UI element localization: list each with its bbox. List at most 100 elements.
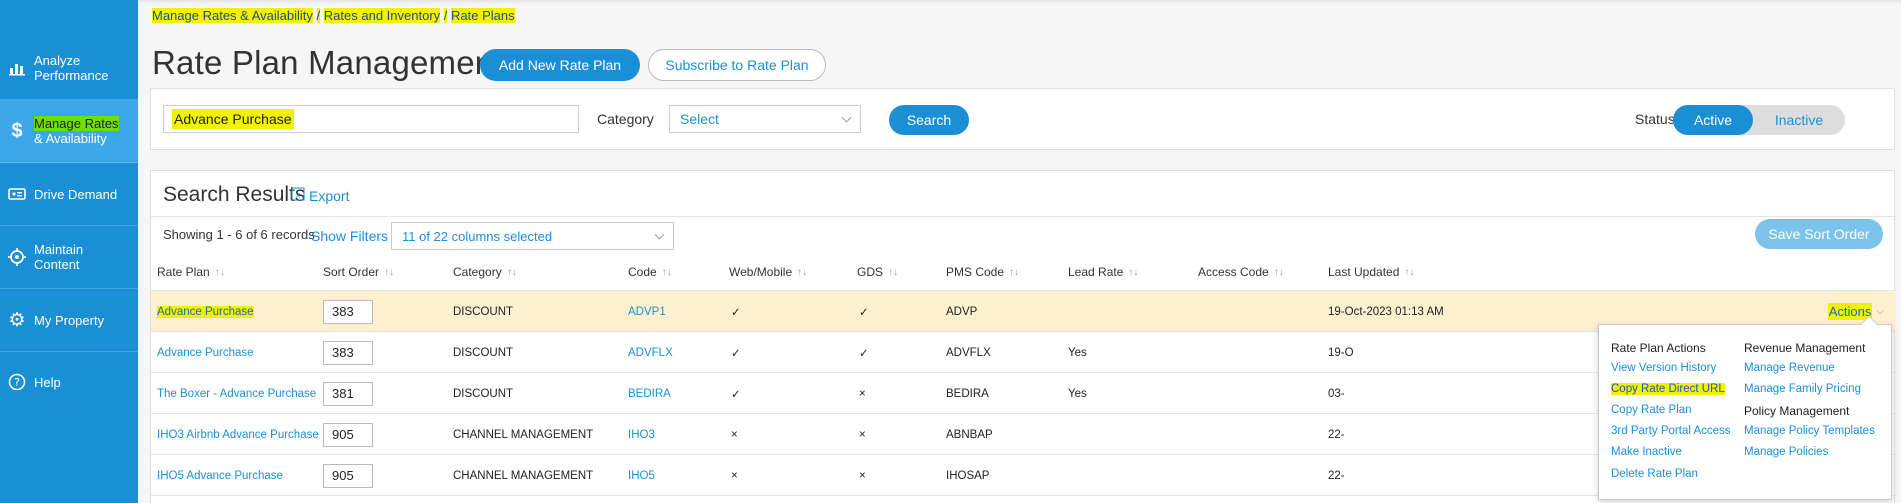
col-header-web-mobile[interactable]: Web/Mobile ↑↓	[729, 255, 807, 289]
last-updated-cell: 19-O	[1328, 346, 1354, 359]
col-header-access-code[interactable]: Access Code ↑↓	[1198, 255, 1284, 289]
menu-item-manage-policies[interactable]: Manage Policies	[1744, 446, 1828, 458]
col-header-gds[interactable]: GDS ↑↓	[857, 255, 898, 289]
menu-item-make-inactive[interactable]: Make Inactive	[1611, 446, 1682, 458]
menu-item-copy-rate-plan[interactable]: Copy Rate Plan	[1611, 404, 1692, 416]
sort-order-input[interactable]: 905	[323, 422, 373, 447]
breadcrumb-item-rates-inventory[interactable]: Rates and Inventory	[323, 8, 441, 23]
last-updated-cell: 22-	[1328, 469, 1345, 482]
sort-icon: ↑↓	[797, 266, 808, 278]
export-label: Export	[309, 187, 350, 204]
pms-code-cell: ABNBAP	[946, 428, 993, 441]
code-link[interactable]: IHO5	[628, 455, 655, 496]
breadcrumb-separator: /	[443, 8, 448, 23]
category-cell: DISCOUNT	[453, 305, 514, 318]
menu-heading-policy-management: Policy Management	[1744, 404, 1850, 418]
category-cell: DISCOUNT	[453, 346, 514, 359]
svg-text:x: x	[296, 191, 301, 200]
rate-plan-link[interactable]: The Boxer - Advance Purchase	[157, 373, 316, 414]
rate-plan-link[interactable]: Advance Purchase	[157, 291, 254, 332]
sort-icon: ↑↓	[1009, 266, 1020, 278]
col-header-pms-code[interactable]: PMS Code ↑↓	[946, 255, 1019, 289]
sort-order-input[interactable]: 383	[323, 299, 373, 324]
gds-x-icon: ×	[859, 469, 866, 482]
code-link[interactable]: ADVP1	[628, 291, 666, 332]
export-link[interactable]: x Export	[291, 187, 349, 204]
col-header-label: Category	[453, 265, 502, 279]
pms-code-cell: ADVFLX	[946, 346, 991, 359]
web-mobile-x-icon: ×	[731, 469, 738, 482]
add-new-rate-plan-button[interactable]: Add New Rate Plan	[480, 49, 640, 81]
sort-icon: ↑↓	[1404, 266, 1415, 278]
rate-plan-link[interactable]: IHO3 Airbnb Advance Purchase	[157, 414, 319, 455]
columns-select-value: 11 of 22 columns selected	[402, 228, 553, 244]
sort-order-input[interactable]: 905	[323, 463, 373, 488]
category-select-value: Select	[680, 111, 719, 127]
col-header-rate-plan[interactable]: Rate Plan ↑↓	[157, 255, 225, 289]
menu-item-manage-revenue[interactable]: Manage Revenue	[1744, 362, 1835, 374]
sidebar-item-drive-demand[interactable]: Drive Demand	[0, 163, 138, 226]
sidebar-label: Analyze	[34, 52, 81, 68]
code-link[interactable]: IHO3	[628, 414, 655, 455]
sidebar-label: & Availability	[34, 131, 107, 146]
breadcrumb-item-manage-rates[interactable]: Manage Rates & Availability	[152, 8, 313, 23]
code-link[interactable]: ADVFLX	[628, 332, 673, 373]
status-toggle[interactable]: Active Inactive	[1673, 105, 1845, 135]
sort-order-input[interactable]: 383	[323, 340, 373, 365]
pms-code-cell: IHOSAP	[946, 469, 990, 482]
pms-code-cell: BEDIRA	[946, 387, 989, 400]
help-icon: ?	[0, 373, 34, 391]
status-active-option[interactable]: Active	[1673, 105, 1753, 135]
chevron-down-icon: ⌵	[1876, 306, 1884, 317]
category-label: Category	[597, 111, 654, 127]
breadcrumb: Manage Rates & Availability / Rates and …	[152, 8, 515, 23]
page-title: Rate Plan Management	[152, 44, 503, 81]
rate-plan-link[interactable]: IHO5 Advance Purchase	[157, 455, 283, 496]
sort-icon: ↑↓	[1273, 266, 1284, 278]
category-cell: CHANNEL MANAGEMENT	[453, 469, 594, 482]
menu-item-manage-policy-templates[interactable]: Manage Policy Templates	[1744, 425, 1875, 437]
search-button[interactable]: Search	[889, 105, 969, 135]
menu-item-view-version-history[interactable]: View Version History	[1611, 362, 1716, 374]
columns-select[interactable]: 11 of 22 columns selected	[391, 222, 674, 250]
rate-plan-link[interactable]: Advance Purchase	[157, 332, 254, 373]
col-header-last-updated[interactable]: Last Updated ↑↓	[1328, 255, 1414, 289]
sort-order-input[interactable]: 381	[323, 381, 373, 406]
menu-item-manage-family-pricing[interactable]: Manage Family Pricing	[1744, 383, 1861, 395]
menu-item-copy-rate-direct-url[interactable]: Copy Rate Direct URL	[1611, 383, 1725, 395]
col-header-lead-rate[interactable]: Lead Rate ↑↓	[1068, 255, 1138, 289]
table-header: Rate Plan ↑↓ Sort Order ↑↓ Category ↑↓ Code…	[151, 255, 1896, 291]
col-header-label: Last Updated	[1328, 265, 1400, 279]
category-select[interactable]: Select	[669, 105, 861, 133]
sidebar-item-manage-rates[interactable]: $ Manage Rates & Availability	[0, 100, 138, 163]
top-border	[138, 0, 1901, 2]
sort-icon: ↑↓	[1128, 266, 1139, 278]
sidebar-item-maintain-content[interactable]: Maintain Content	[0, 226, 138, 289]
status-inactive-option[interactable]: Inactive	[1753, 105, 1845, 135]
sidebar-item-my-property[interactable]: ⚙ My Property	[0, 289, 138, 352]
ticket-icon	[0, 187, 34, 201]
gds-x-icon: ×	[859, 428, 866, 441]
sidebar-item-analyze-performance[interactable]: Analyze Performance	[0, 36, 138, 100]
save-sort-order-button[interactable]: Save Sort Order	[1755, 219, 1883, 249]
sidebar-label: Help	[34, 374, 61, 390]
menu-item-delete-rate-plan[interactable]: Delete Rate Plan	[1611, 468, 1698, 480]
subscribe-rate-plan-button[interactable]: Subscribe to Rate Plan	[648, 49, 826, 81]
sidebar-label: Content	[34, 257, 80, 272]
sidebar-item-help[interactable]: ? Help	[0, 352, 138, 412]
show-filters-link[interactable]: Show Filters	[311, 228, 388, 244]
sidebar-label: My Property	[34, 312, 105, 328]
gear-icon: ⚙	[8, 309, 26, 331]
col-header-sort-order[interactable]: Sort Order ↑↓	[323, 255, 394, 289]
breadcrumb-item-rate-plans[interactable]: Rate Plans	[451, 8, 515, 23]
col-header-category[interactable]: Category ↑↓	[453, 255, 517, 289]
code-link[interactable]: BEDIRA	[628, 373, 671, 414]
actions-menu: Rate Plan Actions View Version History C…	[1598, 315, 1892, 500]
col-header-code[interactable]: Code ↑↓	[628, 255, 672, 289]
menu-item-3rd-party-portal-access[interactable]: 3rd Party Portal Access	[1611, 425, 1731, 437]
last-updated-cell: 22-	[1328, 428, 1345, 441]
sidebar-label: Maintain	[34, 242, 84, 257]
dollar-icon: $	[11, 119, 23, 142]
search-input[interactable]: Advance Purchase	[163, 105, 579, 133]
excel-icon: x	[291, 187, 305, 204]
